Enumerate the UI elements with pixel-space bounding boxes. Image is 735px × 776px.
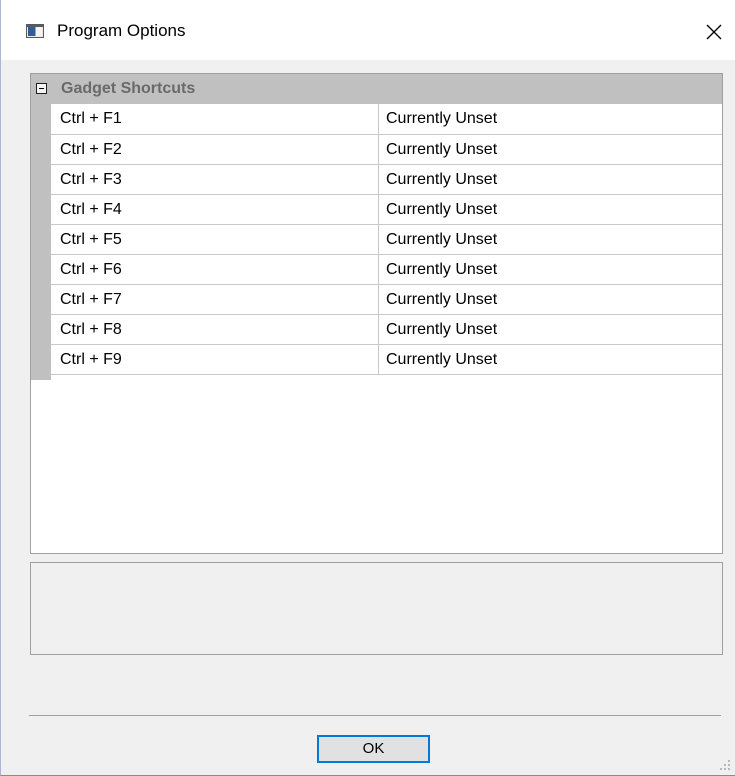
property-row-ctrl-f3[interactable]: Ctrl + F3 Currently Unset (51, 165, 722, 195)
program-options-dialog: Program Options Gadget Shortcuts Ctrl + … (0, 0, 735, 776)
property-row-ctrl-f7[interactable]: Ctrl + F7 Currently Unset (51, 285, 722, 315)
resize-grip-icon[interactable] (719, 759, 731, 771)
app-window-icon (26, 24, 44, 38)
category-gadget-shortcuts[interactable]: Gadget Shortcuts (31, 74, 722, 104)
property-row-ctrl-f2[interactable]: Ctrl + F2 Currently Unset (51, 135, 722, 165)
property-row-ctrl-f1[interactable]: Ctrl + F1 Currently Unset (51, 104, 722, 135)
property-value[interactable]: Currently Unset (379, 225, 722, 254)
footer-separator (29, 715, 721, 716)
property-name[interactable]: Ctrl + F1 (51, 104, 379, 134)
category-label: Gadget Shortcuts (61, 80, 196, 97)
property-name[interactable]: Ctrl + F6 (51, 255, 379, 284)
property-rows: Ctrl + F1 Currently Unset Ctrl + F2 Curr… (51, 104, 722, 375)
property-grid[interactable]: Gadget Shortcuts Ctrl + F1 Currently Uns… (30, 73, 723, 554)
description-panel (30, 562, 723, 655)
property-name[interactable]: Ctrl + F9 (51, 345, 379, 374)
property-value[interactable]: Currently Unset (379, 315, 722, 344)
property-name[interactable]: Ctrl + F8 (51, 315, 379, 344)
property-name[interactable]: Ctrl + F7 (51, 285, 379, 314)
property-value[interactable]: Currently Unset (379, 195, 722, 224)
title-bar[interactable]: Program Options (1, 0, 735, 60)
property-value[interactable]: Currently Unset (379, 255, 722, 284)
property-row-ctrl-f9[interactable]: Ctrl + F9 Currently Unset (51, 345, 722, 375)
property-row-ctrl-f6[interactable]: Ctrl + F6 Currently Unset (51, 255, 722, 285)
property-value[interactable]: Currently Unset (379, 345, 722, 374)
property-row-ctrl-f4[interactable]: Ctrl + F4 Currently Unset (51, 195, 722, 225)
property-value[interactable]: Currently Unset (379, 285, 722, 314)
property-name[interactable]: Ctrl + F4 (51, 195, 379, 224)
property-value[interactable]: Currently Unset (379, 135, 722, 164)
grid-margin (31, 104, 51, 380)
property-row-ctrl-f8[interactable]: Ctrl + F8 Currently Unset (51, 315, 722, 345)
window-title: Program Options (57, 21, 186, 40)
property-row-ctrl-f5[interactable]: Ctrl + F5 Currently Unset (51, 225, 722, 255)
close-icon (706, 24, 722, 40)
property-value[interactable]: Currently Unset (379, 104, 722, 134)
property-value[interactable]: Currently Unset (379, 165, 722, 194)
property-name[interactable]: Ctrl + F5 (51, 225, 379, 254)
ok-button[interactable]: OK (317, 735, 430, 763)
close-button[interactable] (691, 14, 735, 50)
collapse-minus-icon[interactable] (36, 83, 47, 94)
property-name[interactable]: Ctrl + F2 (51, 135, 379, 164)
property-name[interactable]: Ctrl + F3 (51, 165, 379, 194)
